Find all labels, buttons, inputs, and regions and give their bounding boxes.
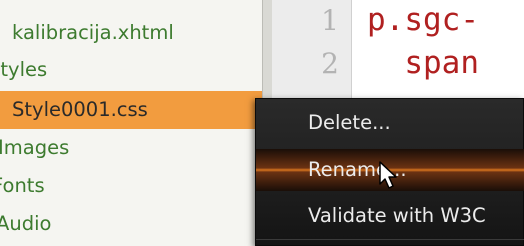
code-line: p.sgc- [367, 2, 479, 38]
file-tree-panel: kalibracija.xhtml Styles Style0001.css I… [0, 0, 262, 246]
code-line: span [367, 45, 479, 81]
tree-item-styles[interactable]: Styles [0, 51, 47, 89]
tree-item-label: Images [0, 136, 70, 159]
menu-item-label: Validate with W3C [308, 204, 486, 227]
menu-item-validate[interactable]: Validate with W3C [256, 195, 524, 237]
tree-item-label: kalibracija.xhtml [12, 21, 174, 44]
tree-item-label: Fonts [0, 174, 45, 197]
mouse-pointer-icon [379, 161, 397, 189]
tree-item-kalibracija[interactable]: kalibracija.xhtml [0, 14, 174, 52]
tree-item-label: Styles [0, 58, 48, 81]
tree-item-style0001[interactable]: Style0001.css [0, 91, 262, 129]
tree-item-fonts[interactable]: Fonts [0, 167, 45, 205]
tree-item-images[interactable]: Images [0, 129, 69, 167]
line-number: 1 [321, 4, 339, 37]
menu-item-delete[interactable]: Delete... [256, 102, 524, 144]
menu-separator [256, 239, 524, 240]
line-number: 2 [321, 47, 339, 80]
tree-item-label: Audio [0, 212, 52, 235]
tree-item-audio[interactable]: Audio [0, 205, 51, 243]
menu-item-label: Delete... [308, 111, 391, 134]
tree-item-label: Style0001.css [12, 98, 148, 121]
